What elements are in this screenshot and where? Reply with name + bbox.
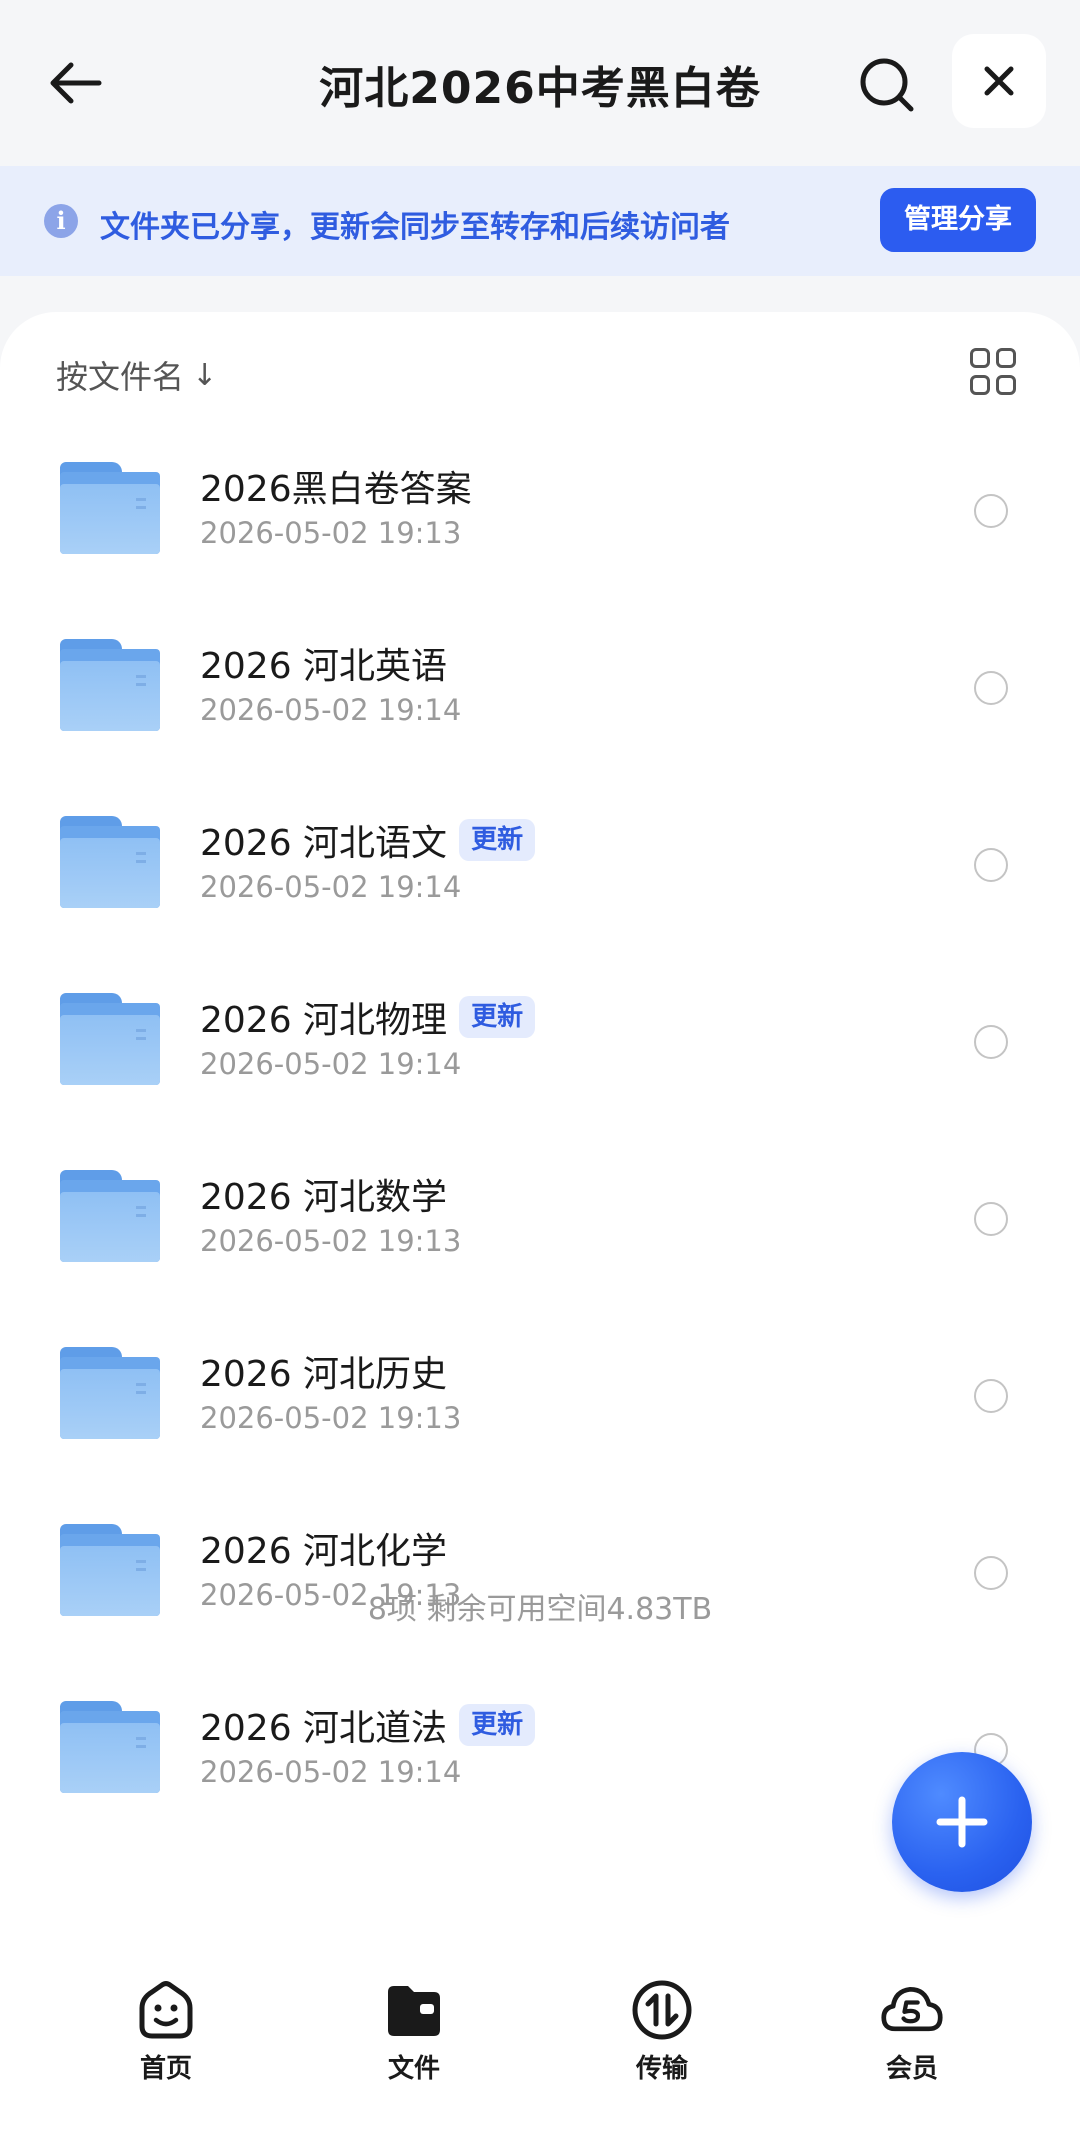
select-checkbox[interactable]	[974, 671, 1008, 705]
update-badge: 更新	[459, 819, 536, 861]
search-button[interactable]	[850, 48, 924, 122]
tab-vip-label: 会员	[885, 2054, 938, 2084]
list-item[interactable]: 2026 河北英语 2026-05-02 19:14	[0, 589, 1080, 766]
select-checkbox[interactable]	[974, 848, 1008, 882]
file-date: 2026-05-02 19:14	[200, 1755, 462, 1789]
file-name: 2026 河北历史	[200, 1354, 448, 1395]
list-item[interactable]: 2026黑白卷答案 2026-05-02 19:13	[0, 412, 1080, 589]
list-item[interactable]: 2026 河北数学 2026-05-02 19:13	[0, 1120, 1080, 1297]
file-name: 2026 河北道法	[200, 1708, 448, 1749]
list-item[interactable]: 2026 河北物理 更新 2026-05-02 19:14	[0, 943, 1080, 1120]
file-date: 2026-05-02 19:13	[200, 1224, 462, 1258]
vip-cloud-icon	[880, 1978, 944, 2042]
folder-icon	[58, 1347, 164, 1441]
tab-home[interactable]: 首页	[96, 1978, 236, 2098]
list-item[interactable]: 2026 河北语文 更新 2026-05-02 19:14	[0, 766, 1080, 943]
folder-icon	[58, 993, 164, 1087]
update-badge: 更新	[459, 1704, 536, 1746]
file-date: 2026-05-02 19:13	[200, 516, 462, 550]
file-name: 2026黑白卷答案	[200, 469, 472, 510]
share-notice-banner: i 文件夹已分享，更新会同步至转存和后续访问者 管理分享	[0, 166, 1080, 276]
select-checkbox[interactable]	[974, 1379, 1008, 1413]
storage-summary: 8项 剩余可用空间4.83TB	[367, 1592, 713, 1627]
tab-home-label: 首页	[139, 2054, 192, 2084]
file-name: 2026 河北化学	[200, 1531, 448, 1572]
share-notice-text: 文件夹已分享，更新会同步至转存和后续访问者	[100, 210, 730, 245]
folder-icon	[58, 639, 164, 733]
sort-control[interactable]: 按文件名 ↓	[56, 352, 217, 398]
folder-icon	[58, 1170, 164, 1264]
tab-files-label: 文件	[387, 2054, 440, 2084]
folder-icon	[58, 462, 164, 556]
select-checkbox[interactable]	[974, 1202, 1008, 1236]
tab-transfer-label: 传输	[635, 2054, 688, 2084]
file-name: 2026 河北数学	[200, 1177, 448, 1218]
file-date: 2026-05-02 19:14	[200, 693, 462, 727]
select-checkbox[interactable]	[974, 494, 1008, 528]
folder-icon	[58, 1701, 164, 1795]
file-name: 2026 河北语文	[200, 823, 448, 864]
add-button[interactable]	[892, 1752, 1032, 1892]
file-name: 2026 河北英语	[200, 646, 448, 687]
file-name: 2026 河北物理	[200, 1000, 448, 1041]
select-checkbox[interactable]	[974, 1025, 1008, 1059]
plus-icon	[936, 1796, 988, 1848]
grid-view-button[interactable]	[970, 348, 1018, 396]
file-date: 2026-05-02 19:14	[200, 1047, 462, 1081]
file-panel: 按文件名 ↓ 2026黑白卷答案 2026-05-02 19:13 2026 河…	[0, 312, 1080, 2154]
transfer-icon	[630, 1978, 694, 2042]
home-face-icon	[134, 1978, 198, 2042]
bottom-tab-bar: 首页 文件 传输 会员	[0, 1960, 1080, 2154]
grid-view-icon	[970, 348, 990, 368]
list-item[interactable]: 2026 河北历史 2026-05-02 19:13	[0, 1297, 1080, 1474]
folder-icon	[58, 816, 164, 910]
file-date: 2026-05-02 19:13	[200, 1401, 462, 1435]
file-date: 2026-05-02 19:14	[200, 870, 462, 904]
close-icon	[984, 66, 1014, 96]
tab-files[interactable]: 文件	[344, 1978, 484, 2098]
info-icon: i	[44, 204, 78, 238]
manage-share-button[interactable]: 管理分享	[880, 188, 1036, 252]
sort-arrow-icon: ↓	[192, 357, 218, 393]
sort-label: 按文件名	[56, 358, 185, 396]
top-bar: 河北2026中考黑白卷	[0, 0, 1080, 166]
update-badge: 更新	[459, 996, 536, 1038]
folder-icon	[382, 1978, 446, 2042]
search-icon	[860, 58, 914, 112]
close-button[interactable]	[952, 34, 1046, 128]
tab-vip[interactable]: 会员	[842, 1978, 982, 2098]
tab-transfer[interactable]: 传输	[592, 1978, 732, 2098]
